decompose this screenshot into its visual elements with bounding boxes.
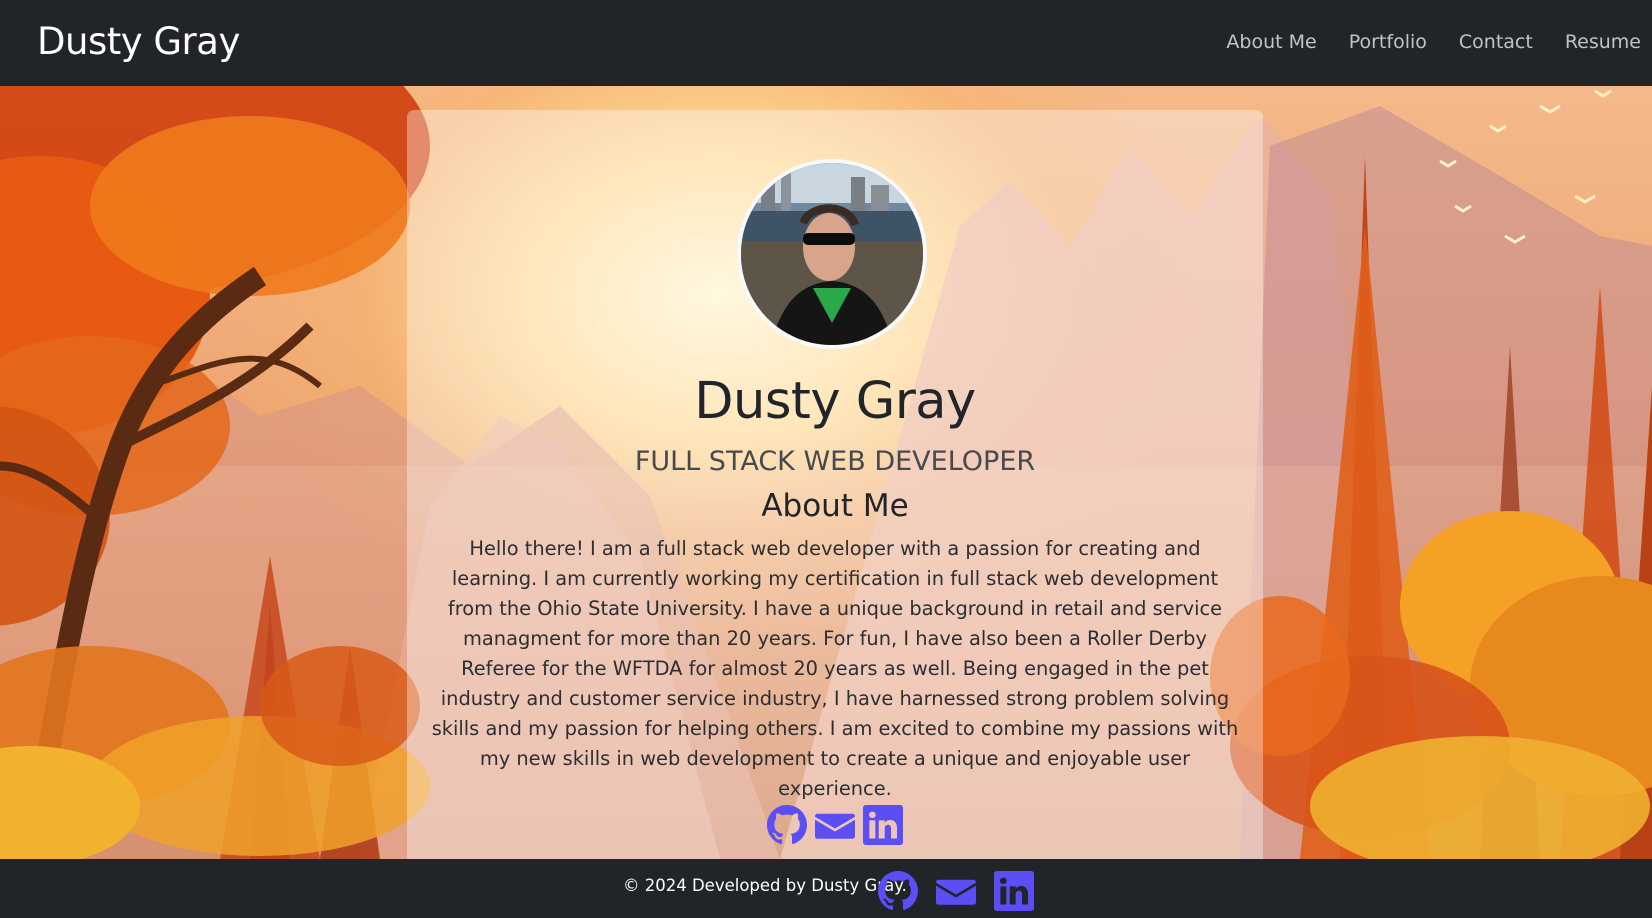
brand-logo-text[interactable]: Dusty Gray xyxy=(37,20,240,63)
profile-title: FULL STACK WEB DEVELOPER xyxy=(634,446,1036,477)
nav-link-about-me[interactable]: About Me xyxy=(1226,31,1316,53)
nav-link-contact[interactable]: Contact xyxy=(1459,31,1533,53)
about-me-bio: Hello there! I am a full stack web devel… xyxy=(431,537,1239,800)
nav-link-portfolio[interactable]: Portfolio xyxy=(1349,31,1427,53)
about-me-heading: About Me xyxy=(761,488,909,524)
avatar xyxy=(737,159,927,349)
footer-copyright: © 2024 Developed by Dusty Gray. xyxy=(623,876,907,895)
profile-name: Dusty Gray xyxy=(694,372,976,431)
linkedin-icon[interactable] xyxy=(863,805,903,845)
navbar: Dusty Gray About Me Portfolio Contact Re… xyxy=(0,0,1652,86)
nav-link-resume[interactable]: Resume xyxy=(1565,31,1641,53)
nav-links: About Me Portfolio Contact Resume xyxy=(1226,31,1641,53)
github-icon[interactable] xyxy=(878,871,918,911)
avatar-photo xyxy=(741,163,923,345)
footer-social-links xyxy=(878,871,1034,911)
card-social-links xyxy=(407,805,1263,845)
linkedin-icon[interactable] xyxy=(994,871,1034,911)
footer: © 2024 Developed by Dusty Gray. xyxy=(0,859,1652,918)
envelope-icon[interactable] xyxy=(815,805,855,845)
github-icon[interactable] xyxy=(767,805,807,845)
envelope-icon[interactable] xyxy=(936,871,976,911)
profile-card: Dusty Gray FULL STACK WEB DEVELOPER Abou… xyxy=(407,110,1263,859)
